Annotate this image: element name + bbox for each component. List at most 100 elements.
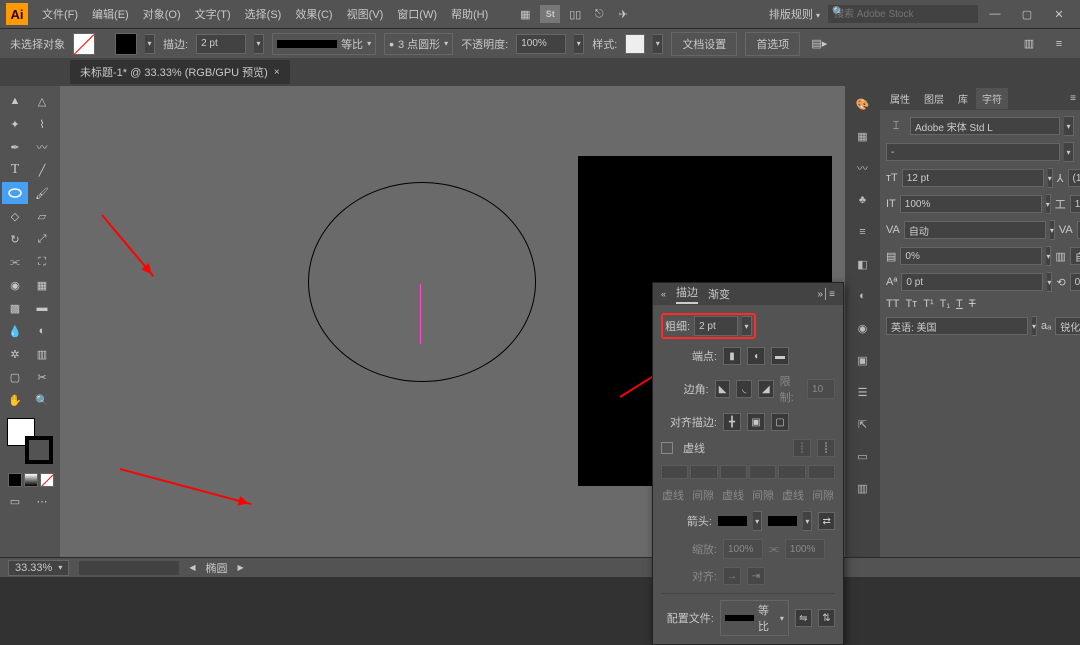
gradient-tab[interactable]: 渐变 — [708, 286, 730, 302]
stroke-swatch[interactable] — [115, 33, 137, 55]
pen-tool[interactable]: ✒ — [2, 136, 28, 158]
width-tool[interactable]: ⫘ — [2, 251, 28, 273]
search-stock-input[interactable] — [828, 5, 978, 23]
line-tool[interactable]: ╱ — [29, 159, 55, 181]
transparency-panel-icon[interactable]: ◐ — [851, 284, 875, 308]
arrow-start-dd[interactable]: ▾ — [753, 511, 762, 531]
cap-butt-icon[interactable]: ▮ — [723, 347, 741, 365]
document-tab[interactable]: 未标题-1* @ 33.33% (RGB/GPU 预览) × — [70, 60, 290, 84]
maximize-button[interactable]: ▢ — [1012, 4, 1042, 24]
weight-input[interactable] — [694, 316, 738, 336]
dash-align-2-icon[interactable]: ┋ — [817, 439, 835, 457]
panel-toggle-icon[interactable]: ▥ — [1020, 35, 1038, 53]
artboard-tool[interactable]: ▢ — [2, 366, 28, 388]
tab-close-icon[interactable]: × — [274, 67, 280, 78]
minimize-button[interactable]: ― — [980, 4, 1010, 24]
artboards-panel-icon[interactable]: ▭ — [851, 444, 875, 468]
none-mode-icon[interactable] — [40, 473, 54, 487]
eraser-tool[interactable]: ▱ — [29, 205, 55, 227]
leading-input[interactable] — [1068, 169, 1080, 187]
swap-arrows-icon[interactable]: ⇄ — [818, 512, 835, 530]
kerning-input[interactable] — [904, 221, 1046, 239]
feedback-icon[interactable]: ✈ — [614, 5, 632, 23]
font-style-input[interactable] — [886, 143, 1060, 161]
language-input[interactable] — [886, 317, 1028, 335]
edit-toolbar-icon[interactable]: ⋯ — [29, 490, 55, 512]
asset-export-panel-icon[interactable]: ⇱ — [851, 412, 875, 436]
font-style-dropdown[interactable]: ▾ — [1064, 142, 1074, 162]
ellipse-tool[interactable] — [2, 182, 28, 204]
vscale-input[interactable] — [900, 195, 1042, 213]
gap-input[interactable] — [749, 465, 776, 479]
stroke-weight-input[interactable] — [196, 34, 246, 54]
scale-tool[interactable]: ⤢ — [29, 228, 55, 250]
corner-miter-icon[interactable]: ◣ — [715, 380, 731, 398]
zoom-dropdown[interactable]: 33.33%▾ — [8, 560, 69, 576]
tab-layers[interactable]: 图层 — [918, 88, 950, 109]
symbols-panel-icon[interactable]: ♣ — [851, 188, 875, 212]
paintbrush-tool[interactable]: 🖌 — [29, 182, 55, 204]
dash-input[interactable] — [720, 465, 747, 479]
superscript-icon[interactable]: T¹ — [923, 298, 933, 310]
shape-builder-tool[interactable]: ◉ — [2, 274, 28, 296]
color-mode-icon[interactable] — [8, 473, 22, 487]
layout-rules-dropdown[interactable]: 排版规则 ▾ — [763, 3, 826, 25]
style-dropdown[interactable]: ▾ — [653, 34, 663, 54]
ellipse-path[interactable] — [308, 182, 536, 382]
menu-effect[interactable]: 效果(C) — [289, 3, 338, 25]
stroke-flyout-icon[interactable]: »│≡ — [817, 289, 835, 300]
lasso-tool[interactable]: ⌇ — [29, 113, 55, 135]
close-button[interactable]: ✕ — [1044, 4, 1074, 24]
tab-properties[interactable]: 属性 — [884, 88, 916, 109]
bridge-icon[interactable]: ▦ — [516, 5, 534, 23]
gradient-tool[interactable]: ▬ — [29, 297, 55, 319]
gradient-panel-icon[interactable]: ◧ — [851, 252, 875, 276]
direct-selection-tool[interactable]: △ — [29, 90, 55, 112]
zoom-tool[interactable]: 🔍 — [29, 389, 55, 411]
style-swatch[interactable] — [625, 34, 645, 54]
flip-y-icon[interactable]: ⇅ — [818, 609, 835, 627]
corner-bevel-icon[interactable]: ◢ — [758, 380, 774, 398]
free-transform-tool[interactable]: ⛶ — [29, 251, 55, 273]
screen-mode-tool[interactable]: ▭ — [2, 490, 28, 512]
stroke-tab[interactable]: 描边 — [676, 284, 698, 304]
limit-input[interactable] — [807, 379, 835, 399]
fill-stroke-control[interactable] — [7, 418, 53, 464]
stroke-swatch-dropdown[interactable]: ▾ — [145, 34, 155, 54]
flip-x-icon[interactable]: ⇋ — [795, 609, 812, 627]
stock-icon[interactable]: St — [540, 5, 560, 23]
cap-projecting-icon[interactable]: ▬ — [771, 347, 789, 365]
color-panel-icon[interactable]: 🎨 — [851, 92, 875, 116]
blend-tool[interactable]: ◐ — [29, 320, 55, 342]
aki-input[interactable] — [1070, 247, 1080, 265]
eyedropper-tool[interactable]: 💧 — [2, 320, 28, 342]
align-outside-icon[interactable]: ▢ — [771, 413, 789, 431]
slice-tool[interactable]: ✂ — [29, 366, 55, 388]
opacity-dropdown[interactable]: ▾ — [574, 34, 584, 54]
arrow-scale-end[interactable] — [785, 539, 825, 559]
arrow-align-1-icon[interactable]: → — [723, 567, 741, 585]
font-family-dropdown[interactable]: ▾ — [1064, 116, 1074, 136]
menu-help[interactable]: 帮助(H) — [445, 3, 494, 25]
font-size-dropdown[interactable]: ▾ — [1048, 168, 1053, 188]
align-center-icon[interactable]: ╋ — [723, 413, 741, 431]
align-inside-icon[interactable]: ▣ — [747, 413, 765, 431]
gap-input[interactable] — [690, 465, 717, 479]
menu-type[interactable]: 文字(T) — [189, 3, 237, 25]
underline-icon[interactable]: T — [956, 298, 963, 310]
gap-input[interactable] — [808, 465, 835, 479]
baseline-input[interactable] — [901, 273, 1043, 291]
symbol-sprayer-tool[interactable]: ✲ — [2, 343, 28, 365]
menu-view[interactable]: 视图(V) — [341, 3, 390, 25]
antialias-input[interactable] — [1055, 317, 1080, 335]
arrow-end-dd[interactable]: ▾ — [803, 511, 812, 531]
kerning-dropdown[interactable]: ▾ — [1050, 220, 1055, 240]
perspective-tool[interactable]: ▦ — [29, 274, 55, 296]
subscript-icon[interactable]: T₁ — [940, 298, 950, 310]
shaper-tool[interactable]: ◇ — [2, 205, 28, 227]
link-icon[interactable]: ⫘ — [769, 543, 779, 556]
preferences-button[interactable]: 首选项 — [745, 32, 800, 56]
brushes-panel-icon[interactable]: 〰 — [851, 156, 875, 180]
type-tool[interactable]: T — [2, 159, 28, 181]
allcaps-icon[interactable]: TT — [886, 298, 899, 310]
